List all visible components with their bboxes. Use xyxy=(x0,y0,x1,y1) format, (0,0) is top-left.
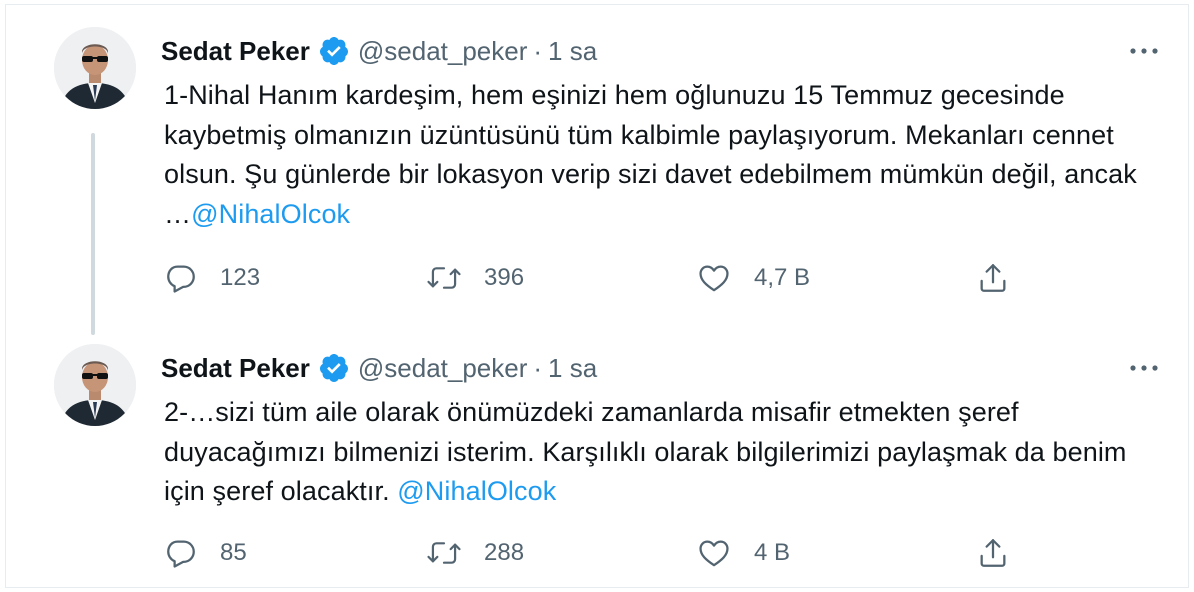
author-handle[interactable]: @sedat_peker xyxy=(358,36,528,67)
verified-badge-icon xyxy=(318,352,350,384)
more-dots-icon[interactable] xyxy=(1126,354,1162,382)
retweet-button[interactable]: 396 xyxy=(426,258,524,298)
like-count: 4,7 B xyxy=(754,264,811,291)
avatar-photo-icon xyxy=(54,27,136,109)
share-upload-icon xyxy=(976,536,1010,570)
avatar[interactable] xyxy=(54,27,136,109)
tweet-timestamp[interactable]: 1 sa xyxy=(548,36,597,67)
tweet-1[interactable]: Sedat Peker @sedat_peker · 1 sa 1-Nihal … xyxy=(6,23,1190,323)
mention-link[interactable]: @NihalOlcok xyxy=(191,199,350,229)
tweet-header: Sedat Peker @sedat_peker · 1 sa xyxy=(161,350,597,386)
tweet-actions: 123 396 4,7 B xyxy=(164,258,1024,298)
reply-button[interactable]: 123 xyxy=(164,258,260,298)
retweet-count: 288 xyxy=(484,539,525,566)
retweet-count: 396 xyxy=(484,264,525,291)
tweet-2[interactable]: Sedat Peker @sedat_peker · 1 sa 2-…sizi … xyxy=(6,340,1190,585)
share-upload-icon xyxy=(976,261,1010,295)
reply-bubble-icon xyxy=(164,261,198,295)
retweet-icon xyxy=(426,536,462,570)
separator-dot: · xyxy=(533,35,543,66)
avatar-photo-icon xyxy=(54,344,136,426)
tweet-actions: 85 288 4 B xyxy=(164,533,1024,573)
retweet-icon xyxy=(426,261,462,295)
reply-count: 85 xyxy=(220,539,247,566)
more-dots-icon[interactable] xyxy=(1126,37,1162,65)
tweet-header: Sedat Peker @sedat_peker · 1 sa xyxy=(161,33,597,69)
like-count: 4 B xyxy=(754,539,791,566)
reply-count: 123 xyxy=(220,264,261,291)
separator-dot: · xyxy=(533,352,543,383)
tweet-text: 2-…sizi tüm aile olarak önümüzdeki zaman… xyxy=(164,393,1164,512)
heart-icon xyxy=(696,536,732,570)
author-handle[interactable]: @sedat_peker xyxy=(358,353,528,384)
tweet-body: 2-…sizi tüm aile olarak önümüzdeki zaman… xyxy=(164,397,1127,506)
author-name[interactable]: Sedat Peker xyxy=(161,353,310,384)
heart-icon xyxy=(696,261,732,295)
like-button[interactable]: 4 B xyxy=(696,533,790,573)
tweet-timestamp[interactable]: 1 sa xyxy=(548,353,597,384)
share-button[interactable] xyxy=(976,533,1010,573)
share-button[interactable] xyxy=(976,258,1010,298)
mention-link[interactable]: @NihalOlcok xyxy=(397,476,556,506)
retweet-button[interactable]: 288 xyxy=(426,533,524,573)
reply-bubble-icon xyxy=(164,536,198,570)
verified-badge-icon xyxy=(318,35,350,67)
avatar[interactable] xyxy=(54,344,136,426)
tweet-text: 1-Nihal Hanım kardeşim, hem eşinizi hem … xyxy=(164,76,1164,234)
like-button[interactable]: 4,7 B xyxy=(696,258,810,298)
reply-button[interactable]: 85 xyxy=(164,533,247,573)
tweet-thread: Sedat Peker @sedat_peker · 1 sa 1-Nihal … xyxy=(5,4,1189,588)
author-name[interactable]: Sedat Peker xyxy=(161,36,310,67)
